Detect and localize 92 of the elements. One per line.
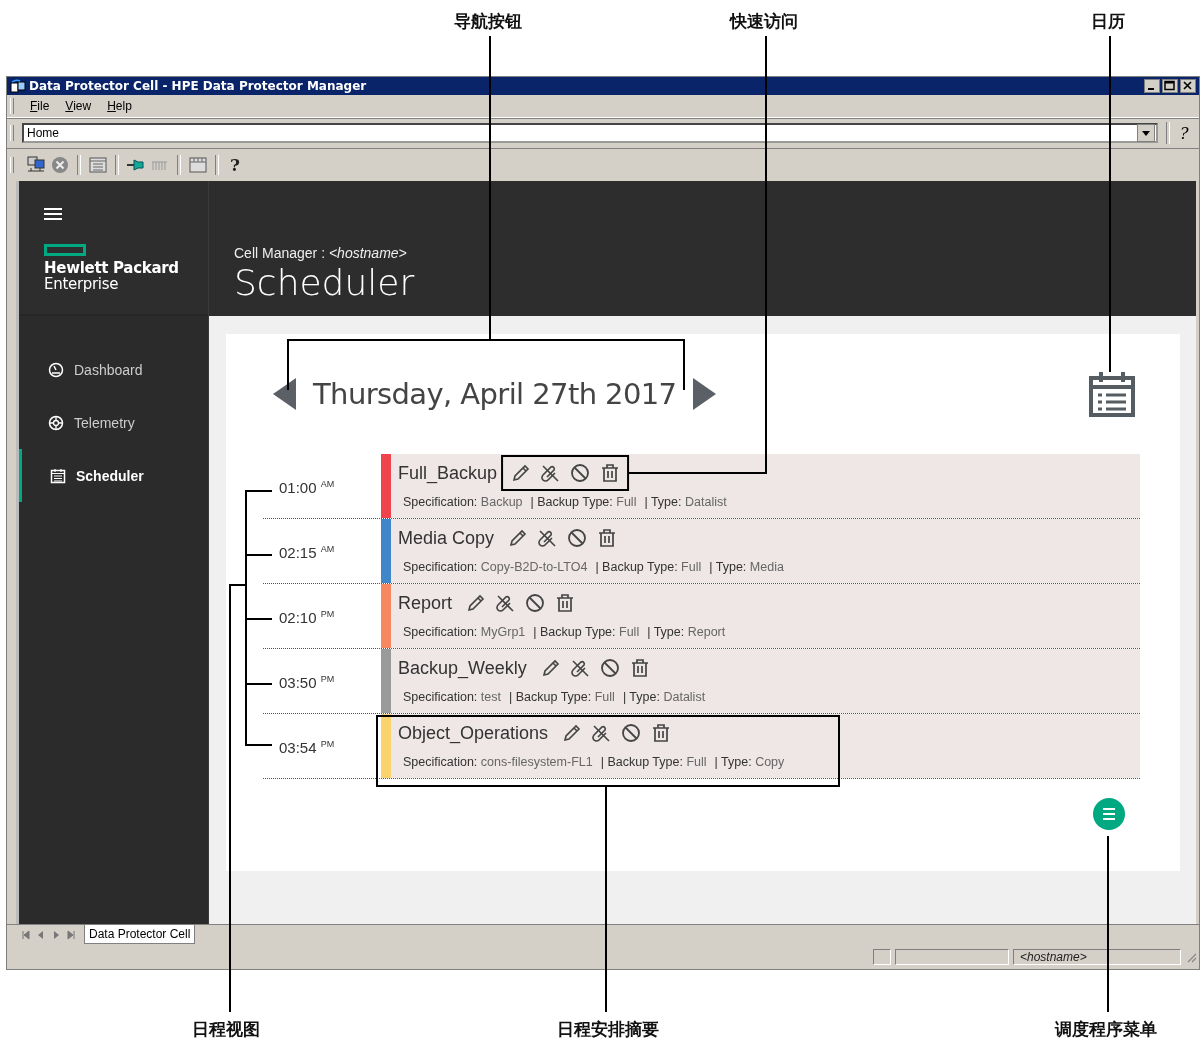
schedule-detail: | Backup Type: Full: [600, 755, 707, 769]
no-entry-icon[interactable]: [570, 463, 591, 483]
delete-icon[interactable]: [651, 723, 672, 743]
delete-icon[interactable]: [629, 658, 650, 678]
help-button[interactable]: ?: [1180, 123, 1189, 143]
delete-icon[interactable]: [597, 528, 618, 548]
schedule-detail: Specification: test: [403, 690, 501, 704]
first-tab-icon[interactable]: [20, 929, 32, 941]
schedule-detail: Specification: Backup: [403, 495, 523, 509]
edit-icon[interactable]: [465, 593, 486, 613]
sidebar-item[interactable]: Dashboard: [19, 343, 208, 396]
crossed-clip-icon[interactable]: [591, 723, 612, 743]
callout-label: 导航按钮: [454, 10, 522, 33]
no-entry-icon[interactable]: [599, 658, 620, 678]
wheel-icon: [48, 414, 64, 431]
brand-name: Hewlett Packard: [44, 260, 179, 276]
crossed-clip-icon[interactable]: [540, 463, 561, 483]
schedule-entry[interactable]: Report Specification: MyGrp1 | Backup Type: Full | Type: Report: [381, 584, 1140, 648]
time-label: 03:50 $^{PM}$: [278, 673, 336, 693]
date-heading: Thursday, April 27th 2017: [313, 377, 677, 411]
schedule-detail: | Type: Datalist: [644, 495, 727, 509]
resize-grip-icon[interactable]: [1185, 951, 1197, 963]
schedule-name: Report: [398, 592, 453, 614]
window-title: Data Protector Cell - HPE Data Protector Manager: [29, 79, 367, 93]
edit-icon[interactable]: [561, 723, 582, 743]
menu-item[interactable]: Help: [99, 99, 140, 113]
menu-button[interactable]: [1092, 797, 1126, 831]
schedule-name: Object_Operations: [398, 722, 549, 744]
calendar-icon: [50, 467, 66, 484]
previous-day-button[interactable]: [273, 378, 297, 410]
no-entry-icon[interactable]: [621, 723, 642, 743]
window-tab[interactable]: Data Protector Cell: [84, 925, 196, 944]
delete-icon[interactable]: [600, 463, 621, 483]
edit-icon[interactable]: [510, 463, 531, 483]
crossed-clip-icon[interactable]: [495, 593, 516, 613]
last-tab-icon[interactable]: [65, 929, 77, 941]
calendar-window-icon[interactable]: [188, 155, 208, 175]
time-label: 03:54 $^{PM}$: [278, 738, 336, 758]
callout-label: 快速访问: [730, 10, 798, 33]
schedule-detail: | Backup Type: Full: [595, 560, 702, 574]
no-entry-icon[interactable]: [567, 528, 588, 548]
crossed-clip-icon[interactable]: [569, 658, 590, 678]
dropdown-button[interactable]: [1137, 124, 1155, 142]
schedule-detail: Specification: cons-filesystem-FL1: [403, 755, 593, 769]
callout-label: 日程安排摘要: [557, 1018, 659, 1041]
page-title: Scheduler: [234, 261, 416, 305]
gauge-icon: [48, 361, 64, 378]
schedule-detail: Specification: MyGrp1: [403, 625, 526, 639]
delete-icon[interactable]: [555, 593, 576, 613]
cell-manager-label: Cell Manager : <hostname>: [234, 245, 408, 261]
help-button[interactable]: ?: [230, 155, 240, 175]
schedule-entry[interactable]: Backup_Weekly Specification: test | Backup Type: Full | Type: Datalist: [381, 649, 1140, 713]
logo-icon: [44, 244, 86, 256]
schedule-detail: | Type: Report: [647, 625, 726, 639]
menu-item[interactable]: File: [22, 99, 58, 113]
next-day-button[interactable]: [692, 378, 717, 410]
schedule-entry[interactable]: Media Copy Specification: Copy-B2D-to-LTO4 | Backup Type: Full | Type: Media: [381, 519, 1140, 583]
minimize-button[interactable]: [1144, 79, 1160, 93]
schedule-name: Full_Backup: [398, 462, 498, 484]
callout-label: 日历: [1091, 10, 1125, 33]
sidebar-item[interactable]: Telemetry: [19, 396, 208, 449]
menu-icon[interactable]: [44, 207, 62, 221]
schedule-entry[interactable]: Full_Backup Specification: Backup | Backup Type: Full | Type: Datalist: [381, 454, 1140, 518]
time-label: 01:00 $^{AM}$: [278, 478, 336, 498]
schedule-name: Media Copy: [398, 527, 495, 549]
status-host: <hostname>: [1013, 949, 1181, 965]
schedule-entry[interactable]: Object_Operations Specification: cons-filesystem-FL1 | Backup Type: Full | Type: Copy: [381, 714, 1140, 778]
schedule-detail: Specification: Copy-B2D-to-LTO4: [403, 560, 588, 574]
address-field[interactable]: Home: [22, 123, 1158, 143]
status-panel: [873, 949, 891, 965]
callout-label: 日程视图: [192, 1018, 260, 1041]
schedule-detail: | Type: Datalist: [622, 690, 706, 704]
close-button[interactable]: [1180, 79, 1196, 93]
calendar-icon[interactable]: [1089, 371, 1135, 417]
time-label: 02:10 $^{PM}$: [278, 608, 336, 628]
schedule-detail: | Backup Type: Full: [530, 495, 637, 509]
brand-name: Enterprise: [44, 276, 120, 292]
computers-icon[interactable]: [26, 155, 46, 175]
schedule-detail: | Type: Media: [709, 560, 784, 574]
schedule-detail: | Type: Copy: [714, 755, 785, 769]
menu-item[interactable]: View: [57, 99, 100, 113]
edit-icon[interactable]: [507, 528, 528, 548]
stop-icon[interactable]: [50, 155, 70, 175]
crossed-clip-icon[interactable]: [537, 528, 558, 548]
no-entry-icon[interactable]: [525, 593, 546, 613]
maximize-button[interactable]: [1162, 79, 1178, 93]
schedule-name: Backup_Weekly: [398, 657, 527, 679]
callout-label: 调度程序菜单: [1055, 1018, 1157, 1041]
app-icon: [10, 79, 26, 93]
time-label: 02:15 $^{AM}$: [278, 543, 336, 563]
schedule-detail: | Backup Type: Full: [533, 625, 640, 639]
schedule-detail: | Backup Type: Full: [509, 690, 615, 704]
